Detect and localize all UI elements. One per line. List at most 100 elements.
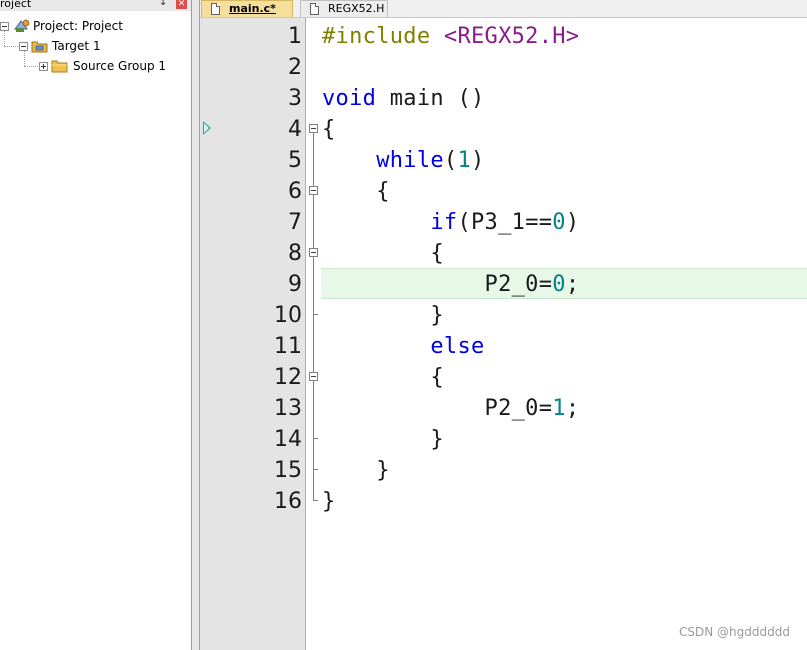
folder-icon [51, 59, 69, 73]
line-number: 13 [274, 396, 302, 421]
code-token: } [430, 303, 444, 328]
code-line[interactable]: if(P3_1==0) [322, 207, 579, 238]
watermark: CSDN @hgdddddd [679, 625, 790, 639]
code-line[interactable]: while(1) [322, 145, 485, 176]
line-number: 12 [274, 365, 302, 390]
fold-end-tick [313, 500, 318, 501]
tree-connector [4, 46, 18, 48]
editor-tab-bar: main.c* REGX52.H [200, 0, 807, 18]
panel-titlebar: roject ↕ ✕ [0, 0, 191, 11]
line-number: 9 [288, 272, 302, 297]
close-panel-button[interactable]: ✕ [176, 0, 187, 9]
tree-item-label: Project: Project [33, 19, 123, 33]
line-number: 2 [288, 55, 302, 80]
code-line[interactable]: #include <REGX52.H> [322, 21, 579, 52]
code-token: void [322, 86, 377, 111]
tree-item-target[interactable]: Target 1 [19, 38, 101, 54]
line-number: 1 [288, 24, 302, 49]
code-line[interactable]: } [322, 424, 444, 455]
fold-end-tick [313, 438, 318, 439]
tree-item-label: Target 1 [52, 39, 101, 53]
code-line[interactable]: { [322, 114, 336, 145]
code-token: if [430, 210, 458, 235]
pin-icon[interactable]: ↕ [159, 0, 169, 8]
code-line[interactable]: } [322, 486, 336, 517]
code-token: 0 [552, 210, 566, 235]
project-icon [13, 19, 31, 33]
code-token: } [376, 458, 390, 483]
fold-end-tick [313, 469, 318, 470]
line-number: 15 [274, 458, 302, 483]
tree-item-source-group[interactable]: Source Group 1 [39, 58, 166, 74]
fold-collapse-icon[interactable] [309, 124, 318, 133]
code-token: (P3_1== [457, 210, 553, 235]
tab-label: main.c* [229, 2, 276, 15]
panel-splitter[interactable] [192, 0, 199, 650]
code-line[interactable]: { [322, 176, 390, 207]
fold-end-tick [313, 314, 318, 315]
expand-toggle-icon[interactable] [39, 61, 48, 71]
fold-line [313, 195, 314, 248]
code-token: while [376, 148, 444, 173]
code-token: ; [565, 396, 580, 421]
fold-collapse-icon[interactable] [309, 372, 318, 381]
code-token: ( [443, 148, 458, 173]
code-token: } [322, 489, 336, 514]
line-number: 16 [274, 489, 302, 514]
line-number: 10 [274, 303, 302, 328]
file-icon [310, 3, 319, 15]
tree-item-label: Source Group 1 [73, 59, 167, 73]
tree-item-project[interactable]: Project: Project [0, 18, 123, 34]
code-line[interactable]: else [322, 331, 485, 362]
collapse-toggle-icon[interactable] [0, 21, 9, 31]
target-folder-icon [31, 39, 49, 53]
code-line[interactable]: { [322, 238, 444, 269]
fold-collapse-icon[interactable] [309, 248, 318, 257]
line-number: 5 [288, 148, 302, 173]
code-line[interactable]: } [322, 455, 390, 486]
code-token: P2_0= [484, 272, 553, 297]
line-number: 7 [288, 210, 302, 235]
code-token: main () [376, 86, 485, 111]
tree-connector [24, 66, 38, 68]
line-number: 4 [288, 117, 302, 142]
code-token: { [376, 179, 390, 204]
code-token: { [430, 241, 444, 266]
code-token: 0 [552, 272, 566, 297]
code-token: ) [471, 148, 485, 173]
code-line[interactable]: { [322, 362, 444, 393]
file-icon [211, 3, 220, 15]
project-panel: roject ↕ ✕ Project: Project Target 1 Sou… [0, 0, 191, 650]
code-line[interactable]: } [322, 300, 444, 331]
tab-label: REGX52.H [328, 2, 385, 15]
code-line[interactable]: P2_0=0; [322, 269, 580, 300]
tab-main-c[interactable]: main.c* [201, 0, 293, 17]
line-number: 11 [274, 334, 302, 359]
line-number: 8 [288, 241, 302, 266]
code-token: { [430, 365, 444, 390]
tab-regx52-h[interactable]: REGX52.H [300, 0, 388, 17]
code-token: 1 [457, 148, 472, 173]
code-line[interactable]: P2_0=1; [322, 393, 580, 424]
code-token: #include [322, 24, 444, 49]
fold-collapse-icon[interactable] [309, 186, 318, 195]
code-token: ; [565, 272, 580, 297]
collapse-toggle-icon[interactable] [19, 41, 28, 51]
fold-line [313, 133, 314, 186]
panel-title: roject [0, 0, 32, 10]
code-line[interactable]: void main () [322, 83, 485, 114]
line-number: 3 [288, 86, 302, 111]
line-number: 14 [274, 427, 302, 452]
code-token: P2_0= [484, 396, 553, 421]
